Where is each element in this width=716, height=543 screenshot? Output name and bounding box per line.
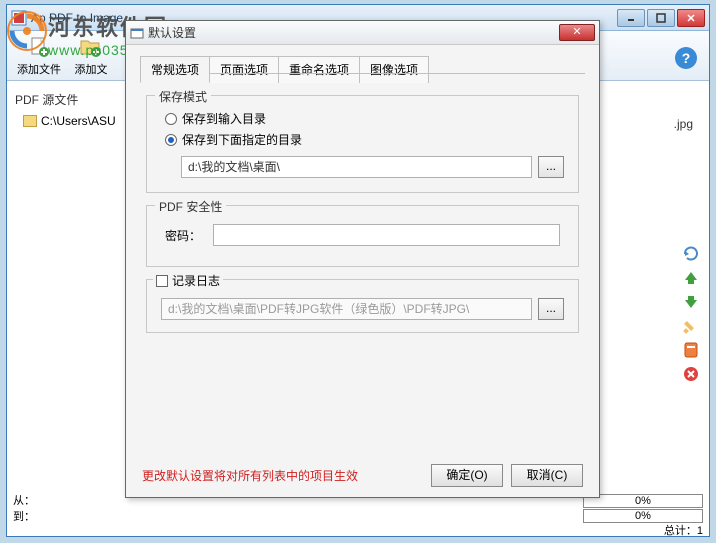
- security-legend: PDF 安全性: [155, 198, 226, 215]
- save-mode-legend: 保存模式: [155, 88, 211, 105]
- refresh-icon[interactable]: [682, 245, 700, 263]
- minimize-button[interactable]: [617, 9, 645, 27]
- security-fieldset: PDF 安全性 密码：: [146, 205, 579, 267]
- dialog-content: 保存模式 保存到输入目录 保存到下面指定的目录 d:\我的文档\桌面\ ... …: [126, 83, 599, 357]
- radio-save-specified[interactable]: 保存到下面指定的目录: [161, 129, 564, 150]
- log-path-row: d:\我的文档\桌面\PDF转JPG软件（绿色版）\PDF转JPG\ ...: [161, 298, 564, 320]
- log-fieldset: 记录日志 d:\我的文档\桌面\PDF转JPG软件（绿色版）\PDF转JPG\ …: [146, 279, 579, 333]
- tab-general[interactable]: 常规选项: [140, 56, 210, 83]
- radio-unchecked-icon: [165, 113, 177, 125]
- browse-log-button[interactable]: ...: [538, 298, 564, 320]
- tab-image[interactable]: 图像选项: [359, 56, 429, 83]
- add-folder-button[interactable]: 添加文: [67, 33, 115, 77]
- add-folder-label: 添加文: [75, 61, 108, 77]
- log-label: 记录日志: [172, 272, 220, 289]
- warning-text: 更改默认设置将对所有列表中的项目生效: [142, 467, 423, 484]
- tab-strip: 常规选项 页面选项 重命名选项 图像选项: [126, 45, 599, 83]
- close-button[interactable]: [677, 9, 705, 27]
- tab-rename[interactable]: 重命名选项: [278, 56, 360, 83]
- settings-dialog: 默认设置 ✕ 常规选项 页面选项 重命名选项 图像选项 保存模式 保存到输入目录…: [125, 20, 600, 498]
- radio-save-specified-label: 保存到下面指定的目录: [182, 131, 302, 148]
- dialog-title: 默认设置: [148, 24, 559, 41]
- progress-bar-1: 0%: [583, 494, 703, 508]
- log-checkbox[interactable]: [156, 275, 168, 287]
- radio-save-input[interactable]: 保存到输入目录: [161, 108, 564, 129]
- password-input[interactable]: [213, 224, 560, 246]
- radio-save-input-label: 保存到输入目录: [182, 110, 266, 127]
- ok-button[interactable]: 确定(O): [431, 464, 503, 487]
- right-toolbar: [679, 245, 703, 383]
- radio-checked-icon: [165, 134, 177, 146]
- delete-icon[interactable]: [682, 365, 700, 383]
- help-button[interactable]: ?: [675, 47, 697, 69]
- tab-page[interactable]: 页面选项: [209, 56, 279, 83]
- password-row: 密码：: [161, 218, 564, 252]
- down-arrow-icon[interactable]: [682, 293, 700, 311]
- up-arrow-icon[interactable]: [682, 269, 700, 287]
- progress-bar-2: 0%: [583, 509, 703, 523]
- add-folder-icon: [79, 35, 103, 59]
- folder-icon: [23, 115, 37, 127]
- save-path-row: d:\我的文档\桌面\ ...: [181, 156, 564, 178]
- source-tree-item[interactable]: C:\Users\ASU: [11, 112, 136, 130]
- source-label: PDF 源文件: [11, 91, 136, 112]
- maximize-button[interactable]: [647, 9, 675, 27]
- edit-icon[interactable]: [682, 317, 700, 335]
- add-file-label: 添加文件: [17, 61, 61, 77]
- save-path-input[interactable]: d:\我的文档\桌面\: [181, 156, 532, 178]
- progress-area: 0% 0%: [583, 494, 703, 524]
- log-path-input: d:\我的文档\桌面\PDF转JPG软件（绿色版）\PDF转JPG\: [161, 298, 532, 320]
- add-file-button[interactable]: 添加文件: [15, 33, 63, 77]
- dialog-footer: 更改默认设置将对所有列表中的项目生效 确定(O) 取消(C): [142, 464, 583, 487]
- browse-save-button[interactable]: ...: [538, 156, 564, 178]
- dialog-close-button[interactable]: ✕: [559, 24, 595, 41]
- save-mode-fieldset: 保存模式 保存到输入目录 保存到下面指定的目录 d:\我的文档\桌面\ ...: [146, 95, 579, 193]
- add-file-icon: [27, 35, 51, 59]
- output-file-label: .jpg: [674, 117, 693, 131]
- settings-icon: [130, 26, 144, 40]
- password-label: 密码：: [165, 227, 205, 244]
- app-icon: [11, 10, 27, 26]
- cancel-button[interactable]: 取消(C): [511, 464, 583, 487]
- window-controls: [617, 9, 705, 27]
- total-count: 总计：1: [664, 522, 703, 538]
- document-icon[interactable]: [682, 341, 700, 359]
- dialog-titlebar[interactable]: 默认设置 ✕: [126, 21, 599, 45]
- source-panel: PDF 源文件 C:\Users\ASU: [11, 91, 136, 130]
- source-path: C:\Users\ASU: [41, 114, 116, 128]
